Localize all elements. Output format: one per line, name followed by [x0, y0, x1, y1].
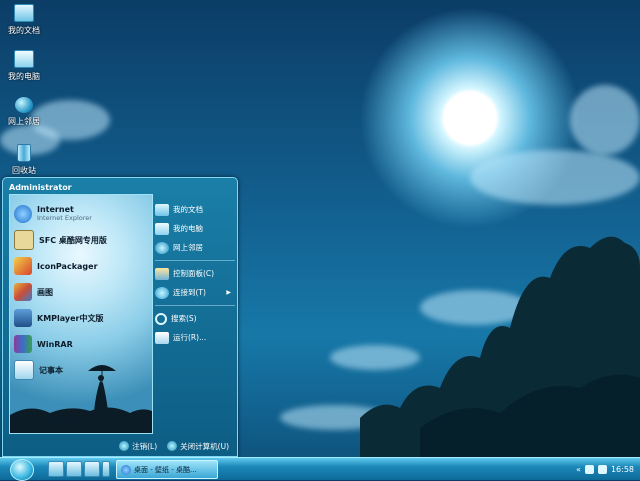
menu-label: 连接到(T) [173, 288, 206, 297]
all-programs-button[interactable]: 所有程序(P) [44, 416, 89, 427]
menu-label: 搜索(S) [171, 314, 197, 323]
control-panel-icon [155, 267, 169, 280]
desktop-icon-label: 我的文档 [8, 26, 40, 35]
program-kmplayer[interactable]: KMPlayer中文版 [14, 307, 104, 329]
run-icon [155, 331, 169, 344]
computer-icon [14, 50, 34, 68]
ie-quicklaunch-icon[interactable] [48, 461, 64, 477]
user-name: Administrator [9, 183, 72, 192]
quicklaunch-expand-icon[interactable] [102, 461, 110, 477]
volume-tray-icon[interactable] [597, 464, 607, 474]
power-icon [167, 441, 178, 451]
menu-my-documents[interactable]: 我的文档 [155, 200, 235, 219]
menu-my-computer[interactable]: 我的电脑 [155, 219, 235, 238]
paint-icon [14, 283, 32, 301]
kmplayer-icon [14, 309, 32, 327]
iconpackager-icon [14, 257, 32, 275]
recycle-bin-icon [17, 144, 31, 162]
menu-run[interactable]: 运行(R)... [155, 328, 235, 347]
desktop-icon-label: 网上邻居 [8, 117, 40, 126]
task-label: 桌面 - 壁纸 - 桌酷... [134, 465, 197, 474]
tray-expand-button[interactable]: « [576, 465, 581, 474]
start-button[interactable] [10, 459, 34, 481]
browser-quicklaunch-icon[interactable] [66, 461, 82, 477]
media-quicklaunch-icon[interactable] [84, 461, 100, 477]
program-paint[interactable]: 画图 [14, 281, 53, 303]
program-winrar[interactable]: WinRAR [14, 333, 73, 355]
desktop-icon-network[interactable]: 网上邻居 [2, 97, 46, 127]
submenu-arrow-icon: ▶ [226, 289, 231, 296]
shutdown-button[interactable]: 关闭计算机(U) [167, 441, 229, 452]
ie-icon [121, 464, 131, 475]
desktop-icon-recycle-bin[interactable]: 回收站 [2, 144, 46, 176]
start-menu: Administrator Internet Internet Explorer … [2, 177, 238, 457]
winrar-icon [14, 335, 32, 353]
menu-connect-to[interactable]: 连接到(T) ▶ [155, 283, 235, 302]
menu-search[interactable]: 搜索(S) [155, 309, 235, 328]
taskbar-window-button[interactable]: 桌面 - 壁纸 - 桌酷... [116, 460, 218, 479]
clock: 16:58 [610, 464, 634, 474]
trees-silhouette [360, 236, 640, 458]
menu-control-panel[interactable]: 控制面板(C) [155, 264, 235, 283]
menu-network[interactable]: 网上邻居 [155, 238, 235, 257]
menu-label: 控制面板(C) [173, 269, 215, 278]
program-label: IconPackager [37, 261, 98, 271]
menu-label: 网上邻居 [173, 243, 203, 252]
places-panel: 我的文档 我的电脑 网上邻居 控制面板(C) 连接到(T) ▶ 搜索(S) 运行(… [155, 200, 235, 347]
computer-icon [155, 222, 169, 235]
logoff-label: 注销(L) [132, 441, 158, 451]
connect-icon [155, 286, 169, 299]
program-label: WinRAR [37, 339, 73, 349]
shutdown-label: 关闭计算机(U) [180, 441, 229, 451]
network-tray-icon[interactable] [584, 464, 594, 474]
menu-label: 运行(R)... [173, 333, 207, 342]
menu-label: 我的电脑 [173, 224, 203, 233]
desktop-icon-my-computer[interactable]: 我的电脑 [2, 50, 46, 82]
folder-icon [14, 4, 34, 22]
program-label: KMPlayer中文版 [37, 313, 104, 323]
folder-icon [155, 203, 169, 216]
program-sfc[interactable]: SFC 桌酷网专用版 [14, 229, 107, 251]
search-icon [155, 312, 167, 325]
program-iconpackager[interactable]: IconPackager [14, 255, 98, 277]
sfc-icon [14, 230, 34, 250]
menu-separator [155, 305, 235, 306]
desktop-icon-label: 我的电脑 [8, 72, 40, 81]
internet-explorer-icon [14, 205, 32, 223]
program-label: Internet [37, 205, 74, 214]
program-label: 画图 [37, 287, 53, 297]
desktop-icon-my-documents[interactable]: 我的文档 [2, 4, 46, 36]
network-icon [155, 241, 169, 254]
logoff-button[interactable]: 注销(L) [119, 441, 157, 452]
menu-separator [155, 260, 235, 261]
program-internet[interactable]: Internet Internet Explorer [14, 203, 92, 225]
taskbar: 桌面 - 壁纸 - 桌酷... « 16:58 [0, 457, 640, 481]
network-icon [15, 97, 33, 113]
start-menu-footer: 注销(L) 关闭计算机(U) [3, 436, 237, 456]
program-sublabel: Internet Explorer [37, 214, 92, 222]
menu-label: 我的文档 [173, 205, 203, 214]
system-tray: « 16:58 [556, 459, 640, 479]
logoff-icon [119, 441, 130, 451]
desktop-icon-label: 回收站 [12, 166, 36, 175]
programs-panel: Internet Internet Explorer SFC 桌酷网专用版 Ico… [9, 194, 153, 434]
program-label: SFC 桌酷网专用版 [39, 235, 107, 245]
